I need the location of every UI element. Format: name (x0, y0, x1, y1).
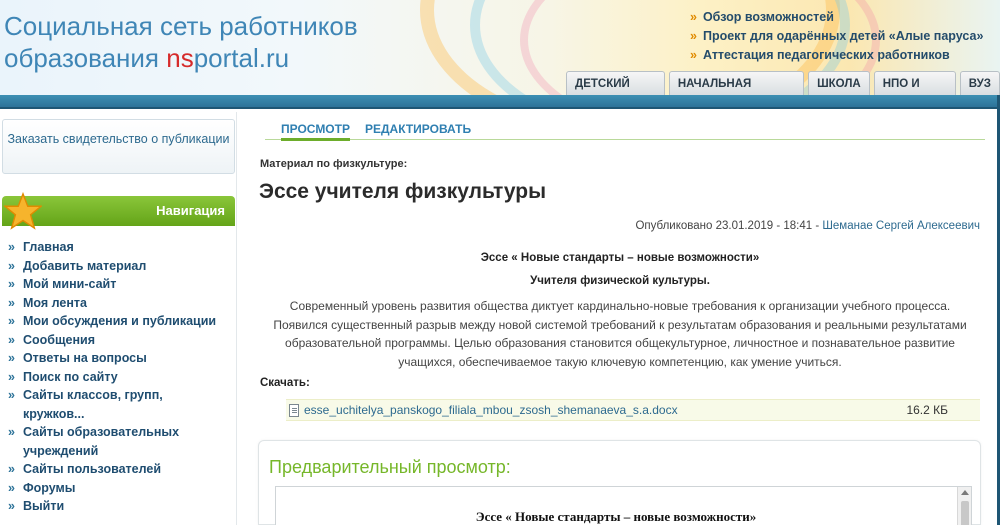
page-title: Эссе учителя физкультуры (259, 180, 546, 203)
nav-item-discussions[interactable]: » Мои обсуждения и публикации (2, 312, 235, 331)
preview-title: Предварительный просмотр: (269, 457, 511, 477)
tab-view[interactable]: ПРОСМОТР (281, 122, 350, 141)
bullet-icon: » (8, 388, 15, 402)
preview-scrollbar[interactable] (957, 487, 971, 525)
bullet-icon: » (8, 351, 15, 365)
bullet-icon: » (8, 314, 15, 328)
nav-item-my-feed[interactable]: » Моя лента (2, 294, 235, 313)
nav-item-add-material[interactable]: » Добавить материал (2, 257, 235, 276)
bullet-icon: » (690, 48, 697, 62)
bullet-icon: » (8, 480, 15, 495)
file-size: 16.2 КБ (906, 403, 948, 417)
essay-heading: Эссе « Новые стандарты – новые возможнос… (480, 252, 760, 264)
scroll-up-icon[interactable] (961, 490, 969, 495)
nav-item-my-minisite[interactable]: » Мой мини-сайт (2, 275, 235, 294)
logo-brand-domain: portal.ru (193, 43, 290, 73)
essay-subheading: Учителя физической культуры. (530, 275, 710, 287)
level-tabs: ДЕТСКИЙ САД НАЧАЛЬНАЯ ШКОЛА ШКОЛА НПО И … (566, 71, 1000, 95)
star-icon (4, 192, 42, 230)
navigation-menu: » Главная » Добавить материал » Мой мини-са… (2, 238, 235, 516)
file-download-link[interactable]: esse_uchitelya_panskogo_filiala_mbou_zso… (304, 403, 678, 417)
tab-university[interactable]: ВУЗ (959, 71, 1000, 95)
nav-item-logout[interactable]: » Выйти (2, 497, 235, 516)
site-logo[interactable]: Социальная сеть работников образования n… (4, 10, 358, 74)
nav-item-answers[interactable]: » Ответы на вопросы (2, 349, 235, 368)
preview-panel: Предварительный просмотр: Эссе « Новые с… (258, 440, 981, 525)
essay-text: Современный уровень развития общества ди… (273, 299, 967, 369)
nav-item-forums[interactable]: » Форумы (2, 479, 235, 498)
top-links: » Обзор возможностей » Проект для одарённы… (690, 8, 983, 65)
bullet-icon: » (690, 29, 697, 43)
published-info: Опубликовано 23.01.2019 - 18:41 - Шемана… (635, 220, 980, 232)
file-row: esse_uchitelya_panskogo_filiala_mbou_zso… (286, 399, 980, 421)
author-link[interactable]: Шеманае Сергей Алексеевич (822, 220, 980, 232)
nav-item-institution-sites[interactable]: » Сайты образовательных учреждений (2, 423, 192, 460)
bullet-icon: » (8, 462, 15, 476)
bullet-icon: » (8, 332, 15, 347)
site-header: Социальная сеть работников образования n… (0, 0, 1000, 95)
nav-title: Навигация (156, 203, 225, 218)
bullet-icon: » (8, 295, 15, 310)
logo-brand-ns: ns (166, 43, 194, 73)
preview-frame[interactable]: Эссе « Новые стандарты – новые возможнос… (275, 486, 972, 525)
preview-doc-heading: Эссе « Новые стандарты – новые возможнос… (475, 509, 757, 524)
tab-edit[interactable]: РЕДАКТИРОВАТЬ (365, 122, 471, 136)
top-link-attestation[interactable]: » Аттестация педагогических работников (690, 46, 983, 65)
logo-line-1: Социальная сеть работников (4, 11, 358, 41)
tab-school[interactable]: ШКОЛА (808, 71, 870, 95)
material-rubric: Материал по физкультуре: (260, 158, 408, 170)
order-certificate-button[interactable]: Заказать свидетельство о публикации (2, 119, 235, 174)
top-link-overview[interactable]: » Обзор возможностей (690, 8, 983, 27)
tab-primary-school[interactable]: НАЧАЛЬНАЯ ШКОЛА (668, 71, 805, 95)
nav-item-home[interactable]: » Главная (2, 238, 235, 257)
bullet-icon: » (8, 425, 15, 439)
bullet-icon: » (8, 277, 15, 291)
nav-item-class-sites[interactable]: » Сайты классов, групп, кружков... (2, 386, 182, 423)
tab-kindergarten[interactable]: ДЕТСКИЙ САД (566, 71, 665, 95)
nav-item-messages[interactable]: » Сообщения (2, 331, 235, 350)
bullet-icon: » (8, 240, 15, 254)
sidebar-divider (236, 112, 237, 525)
header-band (0, 95, 1000, 109)
view-tabs: ПРОСМОТР РЕДАКТИРОВАТЬ (265, 120, 985, 141)
logo-line-2: образования (4, 43, 167, 73)
bullet-icon: » (8, 369, 15, 384)
tab-npo-spo[interactable]: НПО И СПО (873, 71, 956, 95)
top-link-alye-parusa[interactable]: » Проект для одарённых детей «Алые паруса… (690, 27, 983, 46)
document-icon (289, 404, 299, 417)
download-label: Скачать: (260, 377, 310, 389)
bullet-icon: » (8, 499, 15, 513)
nav-item-user-sites[interactable]: » Сайты пользователей (2, 460, 235, 479)
published-date: Опубликовано 23.01.2019 - 18:41 - (635, 220, 823, 232)
scroll-thumb[interactable] (961, 501, 969, 525)
bullet-icon: » (8, 258, 15, 273)
bullet-icon: » (690, 10, 697, 24)
nav-item-search[interactable]: » Поиск по сайту (2, 368, 235, 387)
